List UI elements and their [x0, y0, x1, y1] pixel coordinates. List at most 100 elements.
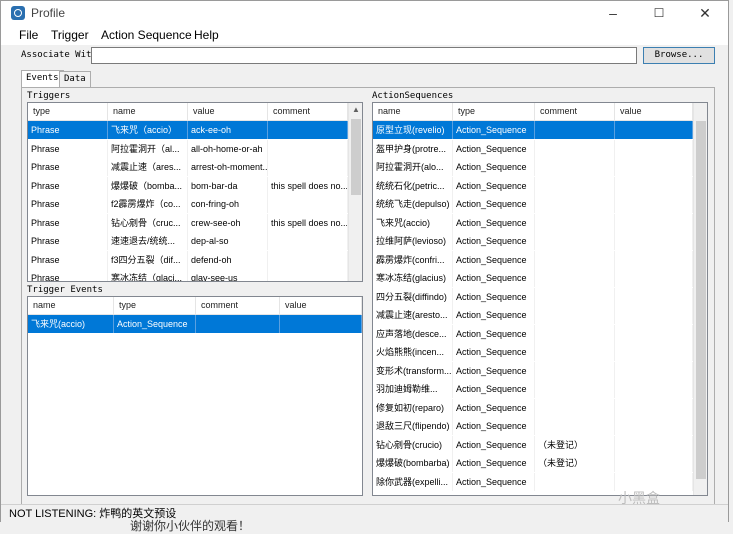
- col-comment[interactable]: comment: [268, 103, 348, 120]
- table-cell: Phrase: [28, 158, 108, 176]
- table-cell: 火焰熊熊(incen...: [373, 343, 453, 361]
- table-cell: Action_Sequence: [453, 269, 535, 287]
- table-cell: Action_Sequence: [453, 139, 535, 158]
- trigger-row[interactable]: Phrase 减震止速（ares... arrest-oh-moment...: [28, 158, 348, 176]
- table-cell: Phrase: [28, 195, 108, 213]
- table-cell: [615, 139, 693, 158]
- close-button[interactable]: ✕: [682, 1, 728, 25]
- table-cell: [535, 195, 615, 213]
- triggers-scrollbar[interactable]: ▲: [348, 103, 362, 281]
- action-sequences-scrollbar[interactable]: [693, 103, 707, 495]
- table-cell: 四分五裂(diffindo): [373, 287, 453, 306]
- table-cell: [615, 306, 693, 324]
- col-comment[interactable]: comment: [196, 297, 280, 314]
- action-sequence-row[interactable]: 霹雳爆炸(confri... Action_Sequence: [373, 250, 693, 269]
- table-cell: Action_Sequence: [453, 176, 535, 195]
- table-cell: [268, 250, 348, 269]
- action-sequence-row[interactable]: 减震止速(aresto... Action_Sequence: [373, 306, 693, 324]
- tab-events[interactable]: Events: [21, 70, 64, 88]
- action-sequence-row[interactable]: 四分五裂(diffindo) Action_Sequence: [373, 287, 693, 306]
- menu-action-sequence[interactable]: Action Sequence: [101, 28, 192, 42]
- col-name[interactable]: name: [108, 103, 188, 120]
- trigger-row[interactable]: Phrase 寒冰冻结（glaci... glay-see-us: [28, 269, 348, 281]
- col-value[interactable]: value: [615, 103, 693, 120]
- table-cell: 寒冰冻结（glaci...: [108, 269, 188, 281]
- associate-with-input[interactable]: [91, 47, 637, 64]
- table-cell: 统统飞走(depulso): [373, 195, 453, 213]
- col-value[interactable]: value: [280, 297, 362, 314]
- table-cell: 盔甲护身(protre...: [373, 139, 453, 158]
- table-cell: con-fring-oh: [188, 195, 268, 213]
- table-cell: 应声落地(desce...: [373, 324, 453, 343]
- action-sequence-row[interactable]: 修复如初(reparo) Action_Sequence: [373, 398, 693, 417]
- action-sequence-row[interactable]: 应声落地(desce... Action_Sequence: [373, 324, 693, 343]
- table-cell: （未登记）: [535, 435, 615, 454]
- col-type[interactable]: type: [114, 297, 196, 314]
- action-sequence-row[interactable]: 统统飞走(depulso) Action_Sequence: [373, 195, 693, 213]
- action-sequence-row[interactable]: 寒冰冻结(glacius) Action_Sequence: [373, 269, 693, 287]
- action-sequence-row[interactable]: 钻心剜骨(crucio) Action_Sequence （未登记）: [373, 435, 693, 454]
- table-cell: f3四分五裂（dif...: [108, 250, 188, 269]
- trigger-row[interactable]: Phrase 速速退去/统统... dep-al-so: [28, 232, 348, 250]
- action-sequence-row[interactable]: 变形术(transform... Action_Sequence: [373, 361, 693, 380]
- action-sequence-row[interactable]: 飞来咒(accio) Action_Sequence: [373, 213, 693, 232]
- table-cell: Action_Sequence: [114, 315, 196, 333]
- col-type[interactable]: type: [453, 103, 535, 120]
- table-cell: 统统石化(petric...: [373, 176, 453, 195]
- action-sequence-row[interactable]: 爆爆破(bombarba) Action_Sequence （未登记）: [373, 454, 693, 472]
- maximize-button[interactable]: ☐: [636, 1, 682, 25]
- table-cell: 飞来咒(accio): [373, 213, 453, 232]
- table-cell: 羽加迪姆勒维...: [373, 380, 453, 398]
- table-cell: Action_Sequence: [453, 306, 535, 324]
- scroll-up-icon[interactable]: ▲: [349, 103, 362, 117]
- table-cell: [535, 287, 615, 306]
- trigger-row[interactable]: Phrase 飞来咒（accio） ack-ee-oh: [28, 121, 348, 139]
- action-sequence-row[interactable]: 阿拉霍洞开(alo... Action_Sequence: [373, 158, 693, 176]
- menu-help[interactable]: Help: [194, 28, 219, 42]
- tab-data[interactable]: Data: [59, 71, 91, 87]
- table-cell: Action_Sequence: [453, 398, 535, 417]
- title-bar[interactable]: Profile – ☐ ✕: [1, 1, 728, 25]
- action-sequence-row[interactable]: 盔甲护身(protre... Action_Sequence: [373, 139, 693, 158]
- trigger-event-row[interactable]: 飞来咒(accio) Action_Sequence: [28, 315, 362, 333]
- table-cell: [615, 269, 693, 287]
- table-cell: [268, 195, 348, 213]
- browse-button[interactable]: Browse...: [643, 47, 715, 64]
- table-cell: [615, 232, 693, 250]
- scroll-thumb[interactable]: [351, 119, 361, 195]
- table-cell: 原型立现(revelio): [373, 121, 453, 139]
- action-sequence-row[interactable]: 统统石化(petric... Action_Sequence: [373, 176, 693, 195]
- table-cell: Action_Sequence: [453, 232, 535, 250]
- col-name[interactable]: name: [28, 297, 114, 314]
- action-sequence-row[interactable]: 退敌三尺(flipendo) Action_Sequence: [373, 417, 693, 435]
- action-sequence-row[interactable]: 原型立现(revelio) Action_Sequence: [373, 121, 693, 139]
- minimize-button[interactable]: –: [590, 1, 636, 25]
- app-icon: [11, 6, 25, 20]
- table-cell: [615, 324, 693, 343]
- table-cell: [615, 195, 693, 213]
- trigger-row[interactable]: Phrase f2霹雳爆炸（co... con-fring-oh: [28, 195, 348, 213]
- table-cell: [268, 121, 348, 139]
- col-comment[interactable]: comment: [535, 103, 615, 120]
- action-sequence-row[interactable]: 火焰熊熊(incen... Action_Sequence: [373, 343, 693, 361]
- action-sequence-row[interactable]: 拉维阿萨(levioso) Action_Sequence: [373, 232, 693, 250]
- table-cell: 爆爆破（bomba...: [108, 176, 188, 195]
- menu-file[interactable]: File: [19, 28, 38, 42]
- col-value[interactable]: value: [188, 103, 268, 120]
- table-cell: 退敌三尺(flipendo): [373, 417, 453, 435]
- menu-trigger[interactable]: Trigger: [51, 28, 89, 42]
- col-name[interactable]: name: [373, 103, 453, 120]
- table-cell: bom-bar-da: [188, 176, 268, 195]
- trigger-row[interactable]: Phrase 钻心剜骨（cruc... crew-see-oh this spell …: [28, 213, 348, 232]
- table-cell: [615, 343, 693, 361]
- table-cell: Action_Sequence: [453, 343, 535, 361]
- action-sequence-row[interactable]: 羽加迪姆勒维... Action_Sequence: [373, 380, 693, 398]
- col-type[interactable]: type: [28, 103, 108, 120]
- table-cell: 寒冰冻结(glacius): [373, 269, 453, 287]
- trigger-row[interactable]: Phrase f3四分五裂（dif... defend-oh: [28, 250, 348, 269]
- table-cell: Phrase: [28, 250, 108, 269]
- scroll-thumb[interactable]: [696, 121, 706, 479]
- table-cell: ack-ee-oh: [188, 121, 268, 139]
- trigger-row[interactable]: Phrase 爆爆破（bomba... bom-bar-da this spell d…: [28, 176, 348, 195]
- trigger-row[interactable]: Phrase 阿拉霍洞开（al... all-oh-home-or-ah: [28, 139, 348, 158]
